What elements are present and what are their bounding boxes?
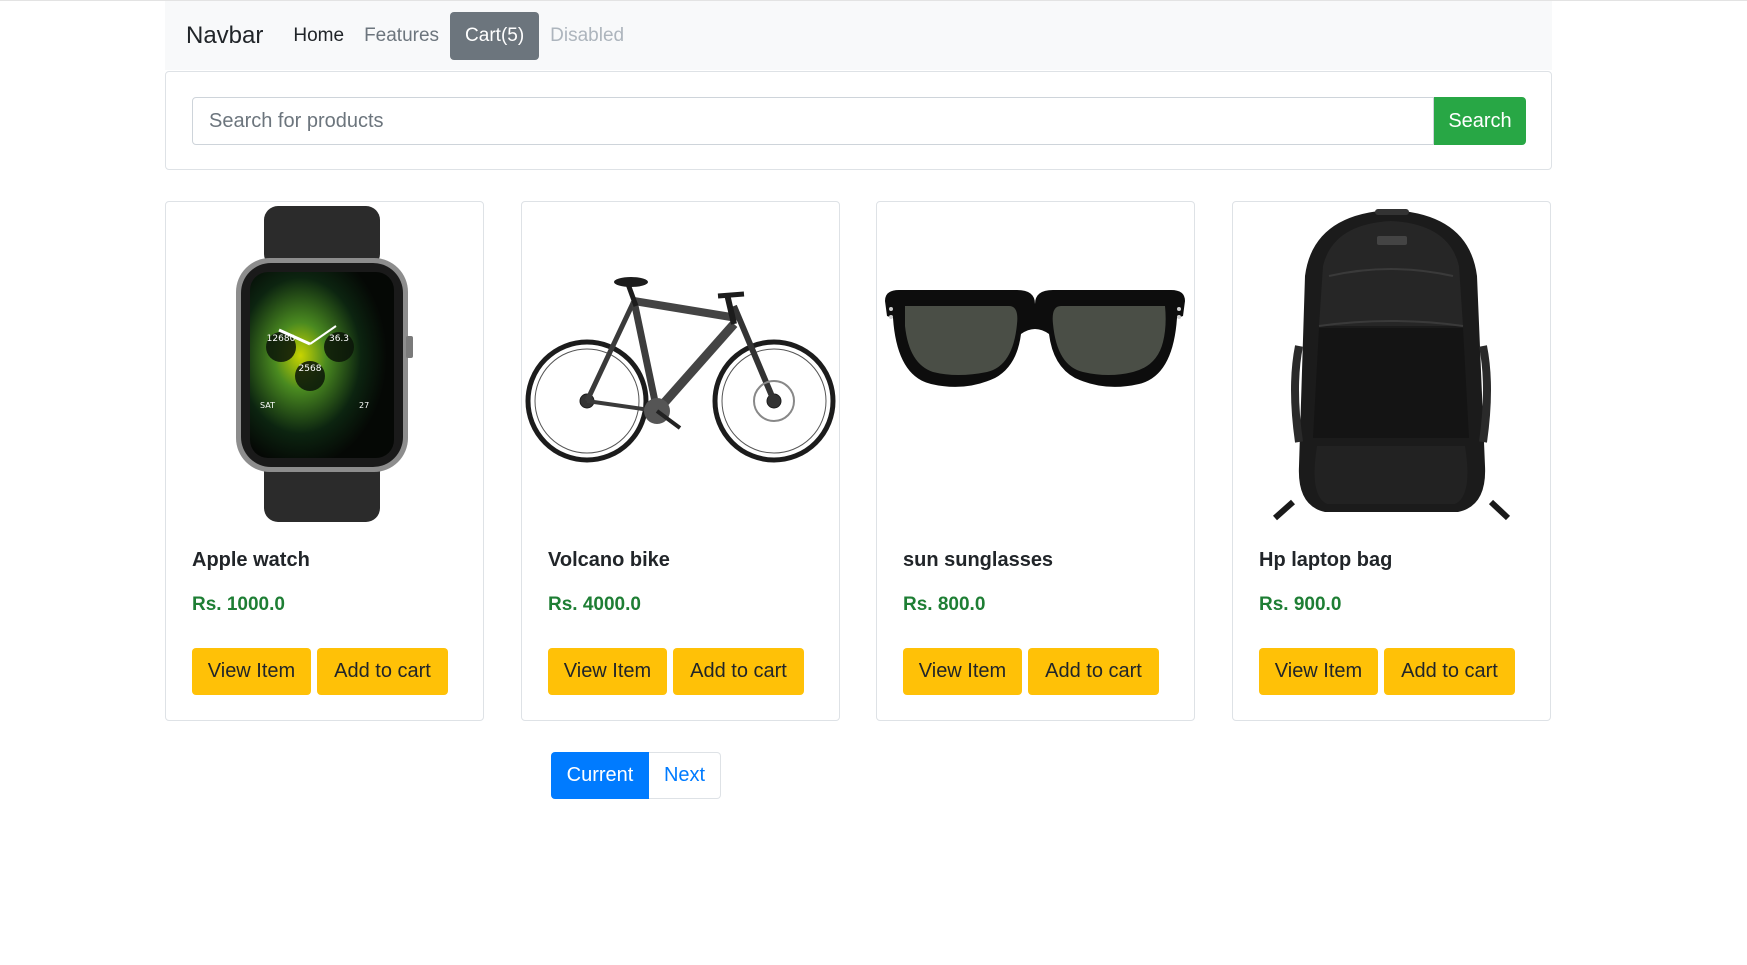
product-name: Apple watch [192, 549, 310, 571]
product-card: 12680 36.3 2568 SAT 27 Apple watch Rs. 1… [165, 201, 484, 721]
search-card: Search [165, 71, 1552, 170]
bicycle-image[interactable] [522, 206, 839, 524]
product-name: sun sunglasses [903, 549, 1054, 571]
add-to-cart-button[interactable]: Add to cart [673, 648, 804, 695]
add-to-cart-button[interactable]: Add to cart [317, 648, 448, 695]
nav-link-cart[interactable]: Cart(5) [450, 11, 540, 60]
watch-steps-text: 12680 [267, 334, 296, 344]
product-price: Rs. 1000.0 [192, 594, 285, 615]
watch-heart-text: 2568 [299, 364, 322, 374]
watch-date-text: 27 [359, 401, 369, 410]
nav-link-home[interactable]: Home [293, 25, 344, 47]
pagination: Current Next [551, 752, 721, 799]
product-price: Rs. 900.0 [1259, 594, 1342, 615]
sunglasses-image[interactable] [877, 206, 1194, 524]
product-card: sun sunglasses Rs. 800.0 View Item Add t… [876, 201, 1195, 721]
view-item-button[interactable]: View Item [1259, 648, 1378, 695]
search-input[interactable] [192, 97, 1434, 145]
add-to-cart-button[interactable]: Add to cart [1028, 648, 1159, 695]
view-item-button[interactable]: View Item [548, 648, 667, 695]
watch-temp-text: 36.3 [329, 334, 349, 344]
product-price: Rs. 800.0 [903, 594, 986, 615]
backpack-image[interactable] [1233, 206, 1550, 524]
product-card: Volcano bike Rs. 4000.0 View Item Add to… [521, 201, 840, 721]
view-item-button[interactable]: View Item [192, 648, 311, 695]
add-to-cart-button[interactable]: Add to cart [1384, 648, 1515, 695]
product-name: Hp laptop bag [1259, 549, 1393, 571]
product-grid: 12680 36.3 2568 SAT 27 Apple watch Rs. 1… [165, 201, 1552, 721]
watch-day-text: SAT [260, 401, 275, 410]
product-name: Volcano bike [548, 549, 670, 571]
page-current-button[interactable]: Current [551, 752, 649, 799]
product-price: Rs. 4000.0 [548, 594, 641, 615]
smartwatch-image[interactable]: 12680 36.3 2568 SAT 27 [166, 206, 483, 524]
search-button[interactable]: Search [1434, 97, 1526, 145]
page-next-button[interactable]: Next [649, 752, 721, 799]
navbar: Navbar Home Features Cart(5) Disabled [165, 1, 1552, 70]
nav-link-disabled: Disabled [550, 24, 625, 46]
nav-link-features[interactable]: Features [364, 25, 439, 47]
view-item-button[interactable]: View Item [903, 648, 1022, 695]
navbar-brand[interactable]: Navbar [186, 22, 263, 50]
product-card: Hp laptop bag Rs. 900.0 View Item Add to… [1232, 201, 1551, 721]
